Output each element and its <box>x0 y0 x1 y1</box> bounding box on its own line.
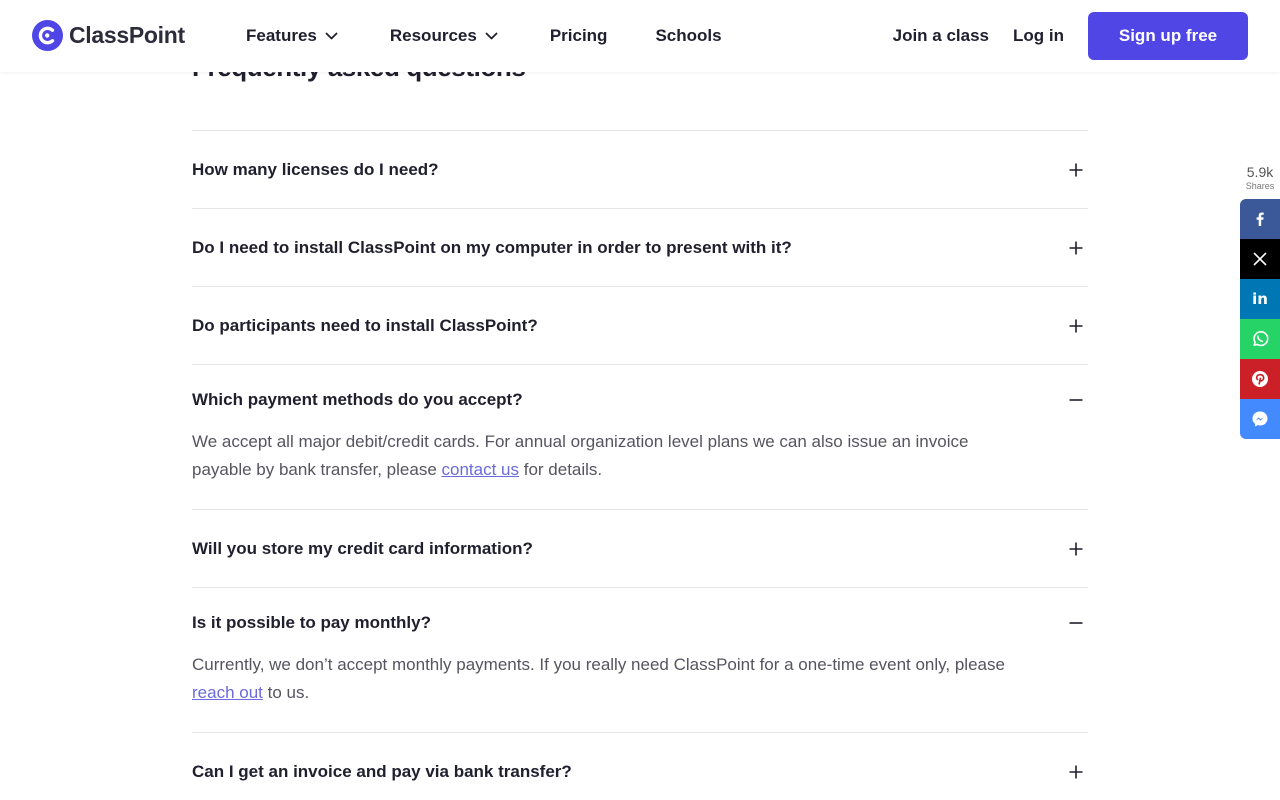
nav-features-label: Features <box>246 26 317 45</box>
whatsapp-icon <box>1253 331 1269 347</box>
log-in-link[interactable]: Log in <box>1013 26 1064 46</box>
messenger-share-button[interactable] <box>1240 399 1280 439</box>
faq-item: Will you store my credit card informatio… <box>192 509 1088 587</box>
faq-question: Can I get an invoice and pay via bank tr… <box>192 761 572 781</box>
faq-question: Do participants need to install ClassPoi… <box>192 315 538 335</box>
reach-out-link[interactable]: reach out <box>192 683 263 702</box>
main-nav: Features Resources Pricing Schools <box>246 0 722 72</box>
x-icon <box>1253 252 1267 266</box>
plus-icon[interactable] <box>1064 537 1088 561</box>
faq-question: Will you store my credit card informatio… <box>192 538 533 558</box>
messenger-icon <box>1252 411 1268 427</box>
pinterest-share-button[interactable] <box>1240 359 1280 399</box>
join-class-link[interactable]: Join a class <box>893 26 989 46</box>
faq-question: Do I need to install ClassPoint on my co… <box>192 237 792 257</box>
facebook-icon <box>1256 212 1264 226</box>
faq-question-row[interactable]: Will you store my credit card informatio… <box>192 510 1088 587</box>
faq-answer-text: for details. <box>519 460 603 479</box>
faq-item: Do I need to install ClassPoint on my co… <box>192 208 1088 286</box>
classpoint-logo-icon <box>32 20 63 51</box>
nav-schools[interactable]: Schools <box>655 26 721 46</box>
site-header: ClassPoint Features Resources Pricing Sc… <box>0 0 1280 72</box>
header-actions: Join a class Log in Sign up free <box>893 12 1248 60</box>
sign-up-button[interactable]: Sign up free <box>1088 12 1248 60</box>
classpoint-logo[interactable]: ClassPoint <box>32 20 185 51</box>
faq-answer-text: to us. <box>262 683 310 702</box>
faq-item: Can I get an invoice and pay via bank tr… <box>192 732 1088 800</box>
facebook-share-button[interactable] <box>1240 199 1280 239</box>
faq-item-expanded: Which payment methods do you accept? We … <box>192 364 1088 509</box>
plus-icon[interactable] <box>1064 760 1088 784</box>
faq-question-row[interactable]: Do participants need to install ClassPoi… <box>192 287 1088 364</box>
minus-icon[interactable] <box>1064 611 1088 635</box>
linkedin-share-button[interactable]: in <box>1240 279 1280 319</box>
faq-question-row[interactable]: How many licenses do I need? <box>192 131 1088 208</box>
logo-text: ClassPoint <box>69 22 185 48</box>
chevron-down-icon <box>485 32 498 40</box>
share-bar: 5.9k Shares in <box>1240 164 1280 439</box>
faq-answer: We accept all major debit/credit cards. … <box>192 428 1032 509</box>
chevron-down-icon <box>325 32 338 40</box>
faq-answer: Currently, we don’t accept monthly payme… <box>192 651 1032 732</box>
minus-icon[interactable] <box>1064 388 1088 412</box>
plus-icon[interactable] <box>1064 158 1088 182</box>
pinterest-icon <box>1252 371 1268 387</box>
faq-question: Is it possible to pay monthly? <box>192 613 431 632</box>
faq-question-row[interactable]: Is it possible to pay monthly? <box>192 588 1088 658</box>
share-label: Shares <box>1245 181 1275 191</box>
linkedin-icon: in <box>1252 290 1268 308</box>
x-share-button[interactable] <box>1240 239 1280 279</box>
faq-question-row[interactable]: Which payment methods do you accept? <box>192 365 1088 435</box>
faq-item: How many licenses do I need? <box>192 130 1088 208</box>
share-count: 5.9k <box>1246 164 1274 180</box>
nav-resources[interactable]: Resources <box>390 26 498 46</box>
whatsapp-share-button[interactable] <box>1240 319 1280 359</box>
faq-question-row[interactable]: Can I get an invoice and pay via bank tr… <box>192 733 1088 800</box>
plus-icon[interactable] <box>1064 236 1088 260</box>
faq-item-expanded: Is it possible to pay monthly? Currently… <box>192 587 1088 732</box>
plus-icon[interactable] <box>1064 314 1088 338</box>
contact-us-link[interactable]: contact us <box>442 460 520 479</box>
nav-resources-label: Resources <box>389 26 477 45</box>
faq-question-row[interactable]: Do I need to install ClassPoint on my co… <box>192 209 1088 286</box>
faq-item: Do participants need to install ClassPoi… <box>192 286 1088 364</box>
faq-question: How many licenses do I need? <box>192 159 439 179</box>
faq-question: Which payment methods do you accept? <box>192 390 523 409</box>
faq-list: How many licenses do I need? Do I need t… <box>192 130 1088 800</box>
nav-features[interactable]: Features <box>246 26 338 46</box>
nav-pricing[interactable]: Pricing <box>550 26 608 46</box>
faq-answer-text: Currently, we don’t accept monthly payme… <box>192 655 1005 674</box>
